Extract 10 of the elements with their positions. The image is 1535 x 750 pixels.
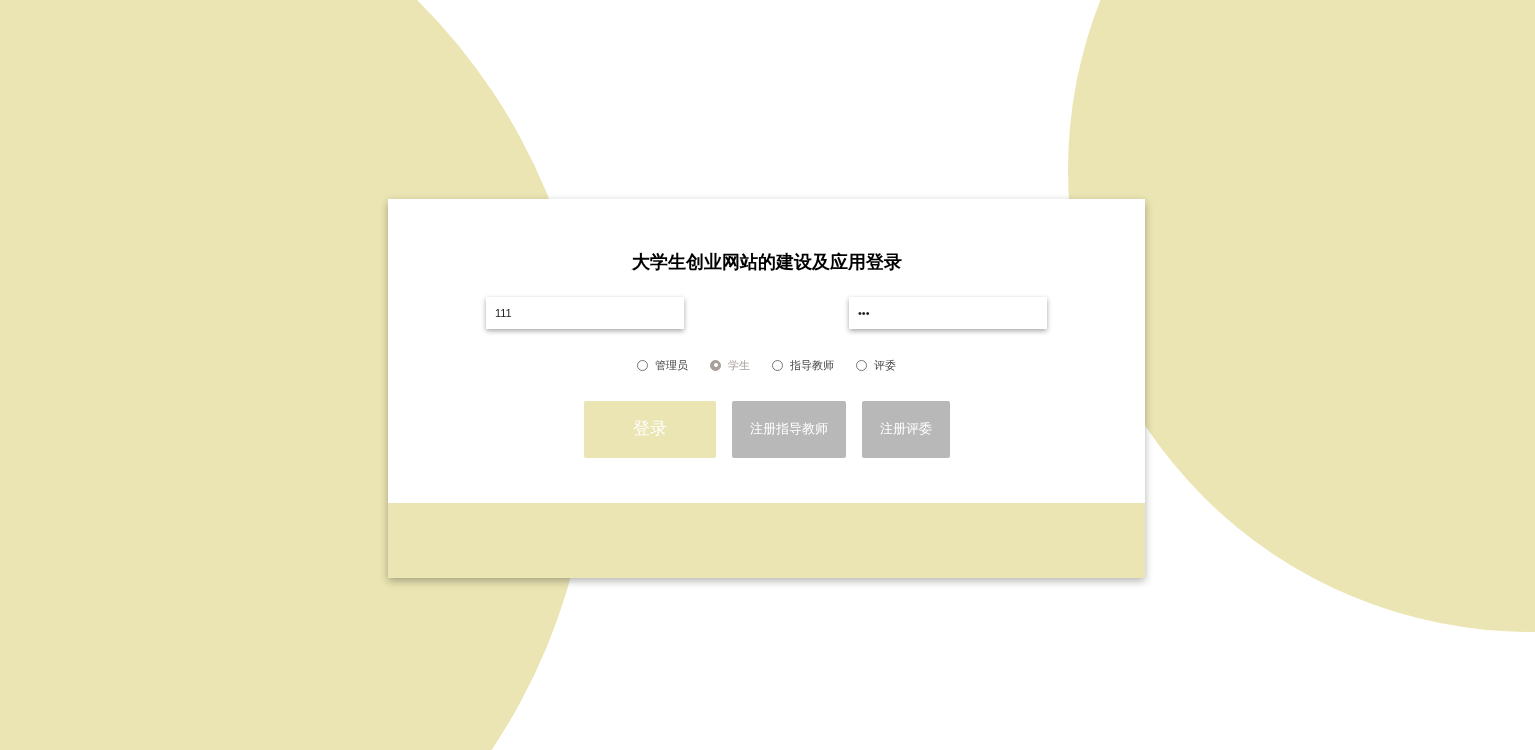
radio-button[interactable]	[772, 359, 783, 371]
radio-button[interactable]	[637, 359, 648, 371]
radio-button[interactable]	[710, 359, 721, 371]
page-title: 大学生创业网站的建设及应用登录	[631, 251, 902, 274]
radio-label[interactable]: 指导教师	[790, 357, 834, 374]
radio-label[interactable]: 评委	[874, 357, 896, 374]
radio-label[interactable]: 管理员	[655, 357, 688, 374]
radio-button[interactable]	[856, 359, 867, 371]
input-field[interactable]: 111	[486, 297, 684, 329]
input-field[interactable]: •••	[849, 297, 1047, 329]
